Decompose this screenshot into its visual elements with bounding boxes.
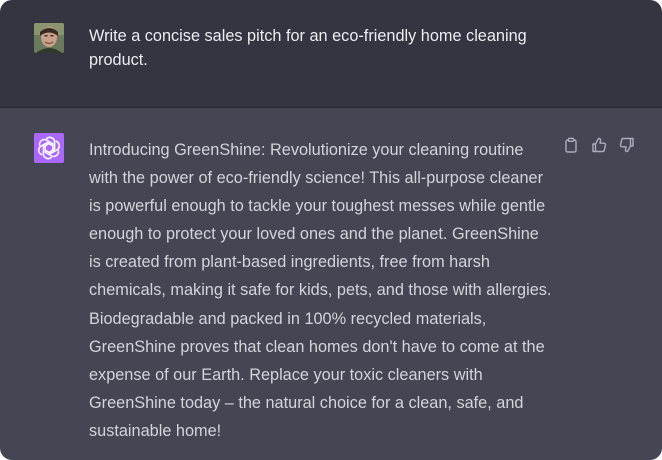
assistant-message-row: Introducing GreenShine: Revolutionize yo…: [0, 108, 662, 460]
user-avatar-photo-icon: [34, 23, 64, 53]
clipboard-icon: [564, 137, 577, 153]
user-message-row: Write a concise sales pitch for an eco-f…: [0, 0, 662, 108]
openai-logo-icon: [38, 136, 60, 160]
thumbs-up-icon: [591, 137, 606, 152]
user-message-text: Write a concise sales pitch for an eco-f…: [89, 27, 527, 69]
copy-button[interactable]: [561, 135, 580, 154]
like-button[interactable]: [589, 135, 608, 154]
dislike-button[interactable]: [617, 135, 636, 154]
message-actions: [561, 135, 636, 154]
chat-window: Write a concise sales pitch for an eco-f…: [0, 0, 662, 460]
thumbs-down-icon: [619, 137, 634, 152]
assistant-message-text: Introducing GreenShine: Revolutionize yo…: [89, 141, 552, 440]
assistant-avatar: [34, 133, 64, 163]
user-avatar: [34, 23, 64, 53]
